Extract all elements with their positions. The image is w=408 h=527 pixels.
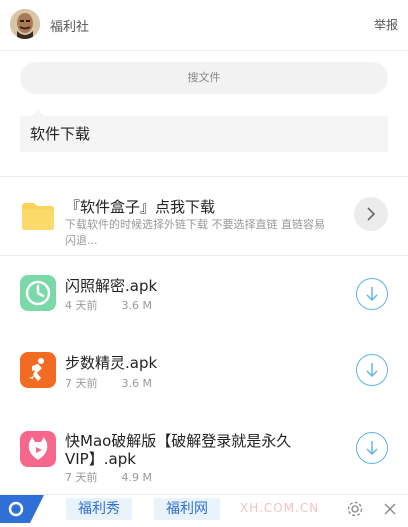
download-button[interactable] [356, 432, 388, 464]
folder-icon [20, 197, 56, 233]
item-meta: 7 天前 3.6 M [65, 375, 152, 391]
report-link[interactable]: 举报 [374, 16, 398, 33]
item-time: 7 天前 [65, 377, 98, 390]
download-button[interactable] [356, 278, 388, 310]
list-item-file[interactable]: 快Mao破解版【破解登录就是永久 VIP】.apk 7 天前 4.9 M [0, 408, 408, 494]
current-folder-name: 软件下载 [20, 116, 388, 152]
search-input[interactable]: 搜文件 [20, 62, 388, 94]
app-logo-icon[interactable] [0, 495, 30, 523]
header: 福利社 举报 [0, 0, 408, 51]
item-title: 闪照解密.apk [65, 277, 158, 295]
avatar[interactable] [10, 9, 40, 39]
item-meta: 4 天前 3.6 M [65, 297, 152, 313]
item-description: 下载软件的时候选择外链下载 不要选择直链 直链容易闪退... [65, 218, 325, 247]
item-size: 3.6 M [121, 377, 152, 390]
item-time: 4 天前 [65, 299, 98, 312]
logo-slant [30, 495, 44, 523]
download-arrow-icon [366, 441, 378, 455]
bottom-bar: 福利秀 福利网 XH.COM.CN [0, 494, 408, 523]
item-time: 7 天前 [65, 471, 98, 484]
tab-fuli-xiu[interactable]: 福利秀 [66, 498, 132, 520]
list-item-file[interactable]: 步数精灵.apk 7 天前 3.6 M [0, 332, 408, 408]
close-icon[interactable] [382, 501, 398, 517]
item-title: 『软件盒子』点我下载 [65, 198, 216, 216]
folder-tag-pointer [32, 110, 44, 116]
download-arrow-icon [366, 287, 378, 301]
item-size: 3.6 M [121, 299, 152, 312]
item-meta: 7 天前 4.9 M [65, 469, 152, 485]
current-folder: 软件下载 [20, 110, 388, 152]
open-folder-button[interactable] [354, 197, 388, 231]
site-name: 福利社 [50, 20, 90, 35]
download-arrow-icon [366, 363, 378, 377]
chevron-right-icon [367, 207, 376, 221]
watermark: XH.COM.CN [240, 501, 320, 515]
list-item-folder[interactable]: 『软件盒子』点我下载 下载软件的时候选择外链下载 不要选择直链 直链容易闪退..… [0, 177, 408, 255]
settings-gear-icon[interactable] [346, 500, 364, 518]
tab-fuli-wang[interactable]: 福利网 [154, 498, 220, 520]
item-title-continued: VIP】.apk [65, 450, 136, 468]
list-item-file[interactable]: 闪照解密.apk 4 天前 3.6 M [0, 256, 408, 332]
item-title: 步数精灵.apk [65, 354, 158, 372]
item-size: 4.9 M [121, 471, 152, 484]
runner-app-icon [20, 352, 56, 388]
cat-app-icon [20, 431, 56, 467]
clock-app-icon [20, 275, 56, 311]
download-button[interactable] [356, 354, 388, 386]
